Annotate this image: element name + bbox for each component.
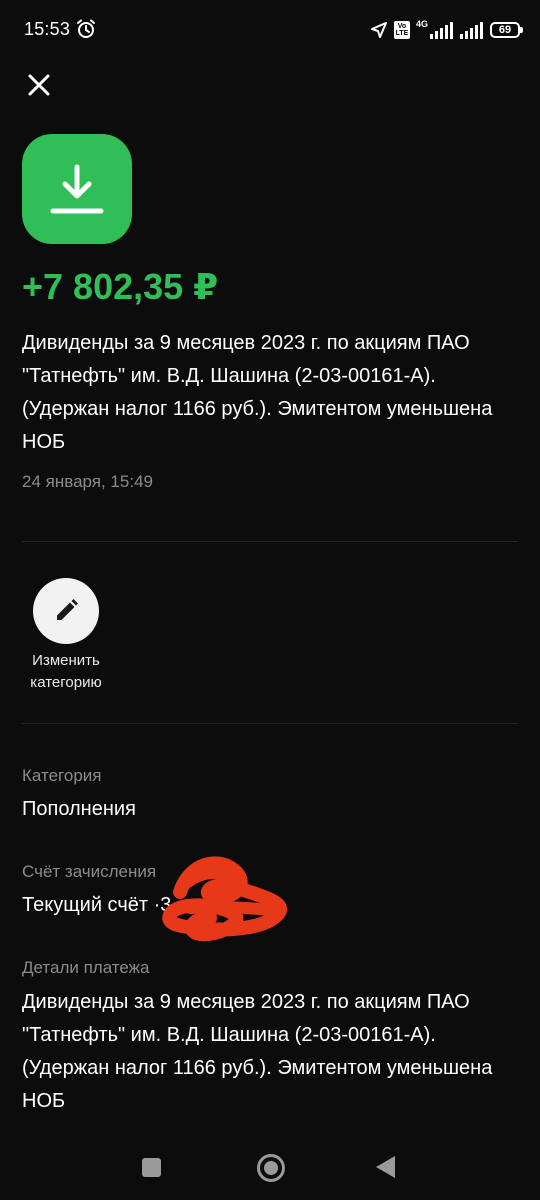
- details-value: Дивиденды за 9 месяцев 2023 г. по акциям…: [22, 991, 493, 1112]
- edit-category-button[interactable]: Изменить категорию: [18, 578, 114, 694]
- account-value[interactable]: Текущий счёт ·3: [22, 894, 171, 917]
- transaction-amount: +7 802,35 ₽: [22, 266, 219, 307]
- edit-category-circle[interactable]: [33, 578, 99, 644]
- close-icon: [28, 74, 50, 96]
- battery-icon: 69: [490, 22, 523, 38]
- back-button[interactable]: [376, 1156, 395, 1178]
- volte-badge: Vo LTE: [393, 21, 410, 39]
- divider: [22, 723, 518, 724]
- close-button[interactable]: [24, 70, 54, 100]
- network-type: 4G: [415, 19, 428, 29]
- signal-icon: [430, 22, 453, 39]
- category-value[interactable]: Пополнения: [22, 798, 136, 821]
- divider: [22, 541, 518, 542]
- account-label: Счёт зачисления: [22, 862, 157, 881]
- pencil-icon: [57, 599, 78, 620]
- redaction-scribble: [162, 856, 287, 942]
- signal-icon-2: [460, 22, 483, 39]
- system-nav-bar: [0, 1136, 540, 1200]
- status-bar: 15:53 Vo LTE 4G 69: [0, 0, 540, 60]
- battery-level: 69: [498, 24, 512, 36]
- details-label: Детали платежа: [22, 958, 150, 977]
- home-button[interactable]: [257, 1154, 285, 1182]
- transaction-description: Дивиденды за 9 месяцев 2023 г. по акциям…: [22, 332, 493, 453]
- status-icons: Vo LTE 4G 69: [370, 17, 523, 43]
- transaction-datetime: 24 января, 15:49: [22, 472, 153, 491]
- category-label: Категория: [22, 766, 102, 785]
- operation-type-badge: [22, 134, 132, 244]
- alarm-icon: [77, 19, 95, 38]
- recent-apps-button[interactable]: [142, 1158, 161, 1177]
- location-icon: [370, 22, 387, 38]
- edit-category-label: Изменить категорию: [30, 652, 102, 691]
- download-icon: [50, 164, 104, 214]
- status-time: 15:53: [24, 19, 71, 39]
